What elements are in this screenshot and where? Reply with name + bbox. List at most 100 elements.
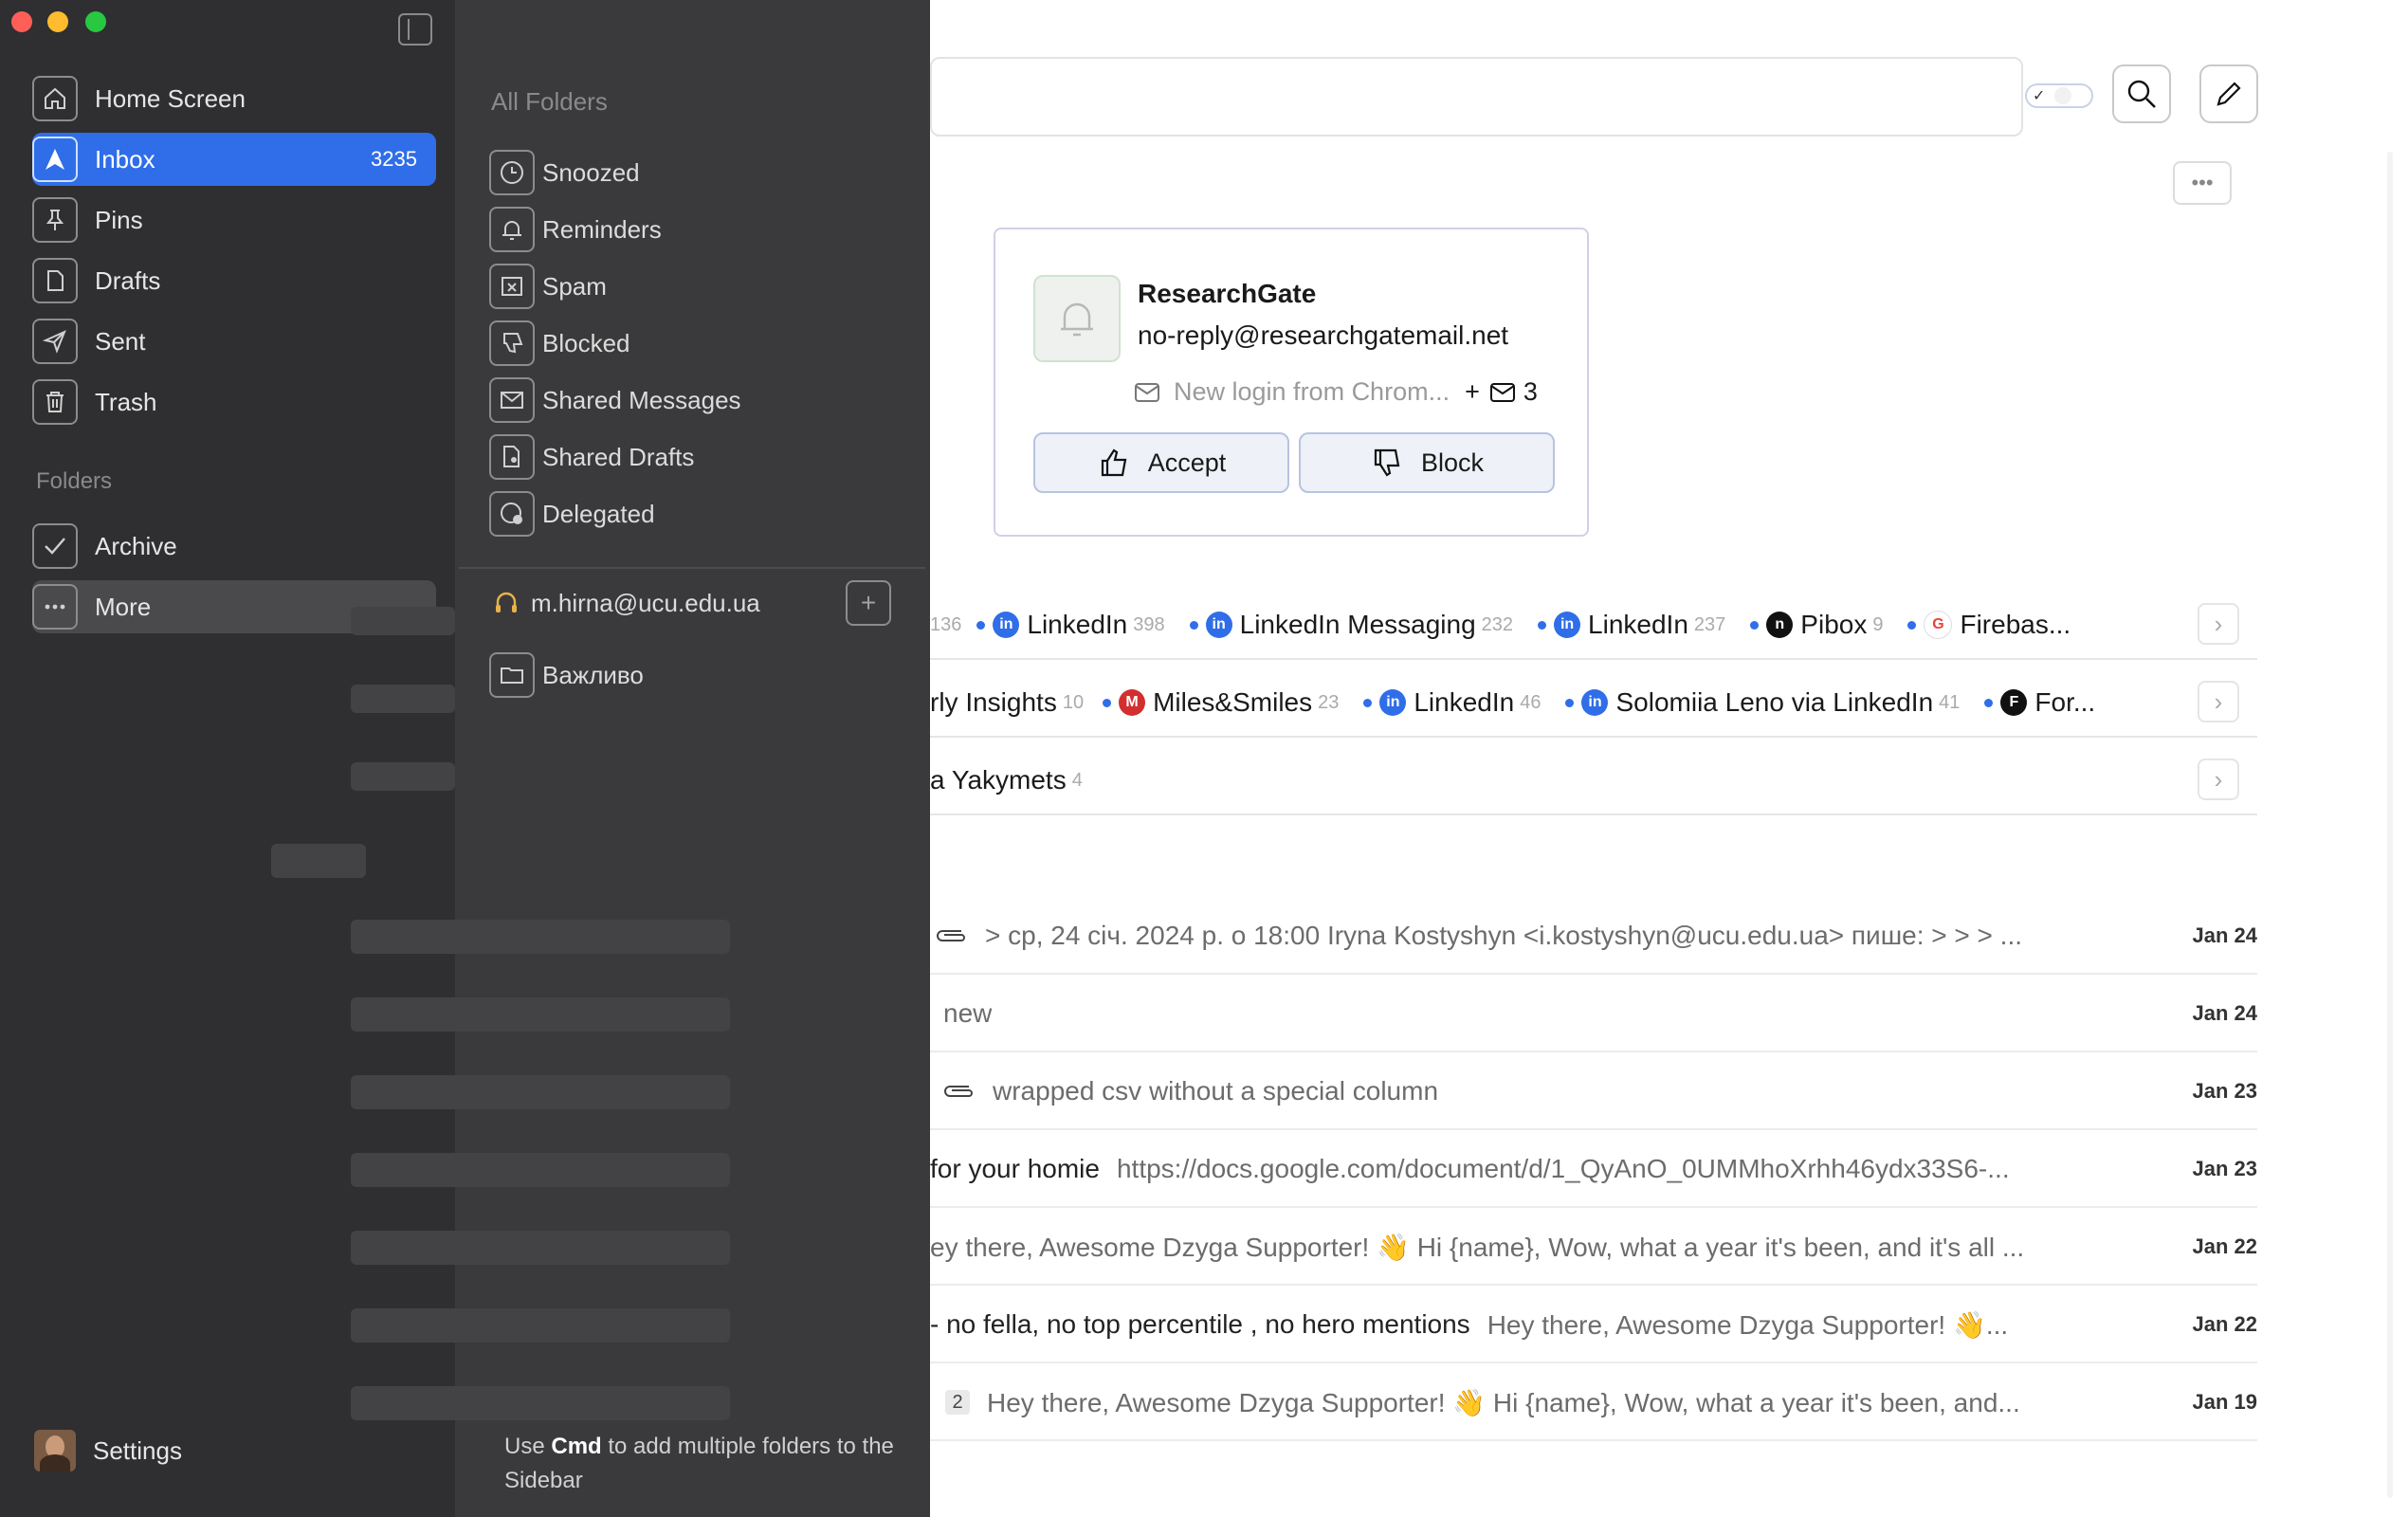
chip-name[interactable]: rly Insights bbox=[930, 687, 1057, 718]
google-icon: G bbox=[1924, 611, 1953, 639]
chip-count: 46 bbox=[1520, 691, 1541, 713]
email-row[interactable]: wrapped csv without a special column Jan… bbox=[930, 1054, 2257, 1130]
folder-item-blocked[interactable]: Blocked bbox=[489, 319, 887, 368]
divider bbox=[459, 567, 925, 569]
rail-item-sent[interactable]: Sent bbox=[32, 315, 436, 368]
email-date: Jan 22 bbox=[2192, 1234, 2258, 1258]
thumbs-up-icon bbox=[1101, 448, 1127, 477]
toggle-switch[interactable]: ✓ bbox=[2025, 83, 2093, 108]
chip-count: 136 bbox=[930, 613, 962, 635]
envelope-icon bbox=[1135, 382, 1159, 402]
scrollbar[interactable] bbox=[2387, 152, 2393, 1498]
sender-chip[interactable]: G Firebas... bbox=[1907, 610, 2071, 640]
skeleton-placeholder bbox=[351, 685, 455, 713]
rail-item-trash[interactable]: Trash bbox=[32, 375, 436, 429]
folder-label: Reminders bbox=[542, 214, 662, 244]
email-snippet: ey there, Awesome Dzyga Supporter! 👋 Hi … bbox=[930, 1232, 2025, 1262]
more-options-icon[interactable]: ••• bbox=[2173, 161, 2232, 205]
folder-item-delegated[interactable]: Delegated bbox=[489, 489, 887, 539]
rail-item-pins[interactable]: Pins bbox=[32, 193, 436, 247]
rail-item-drafts[interactable]: Drafts bbox=[32, 254, 436, 307]
rail-item-archive[interactable]: Archive bbox=[32, 520, 436, 573]
folder-item-shared-messages[interactable]: Shared Messages bbox=[489, 375, 887, 425]
chevron-right-icon[interactable]: › bbox=[2198, 758, 2239, 800]
search-button[interactable] bbox=[2112, 64, 2171, 123]
sender-chip[interactable]: in LinkedIn 46 bbox=[1363, 687, 1541, 718]
rail-item-label: Sent bbox=[95, 326, 146, 356]
email-subject: - no fella, no top percentile , no hero … bbox=[930, 1309, 1470, 1339]
email-snippet: > ср, 24 січ. 2024 р. о 18:00 Iryna Kost… bbox=[985, 921, 2023, 950]
email-row[interactable]: for your homie https://docs.google.com/d… bbox=[930, 1132, 2257, 1208]
chip-name: Firebas... bbox=[1960, 610, 2071, 639]
add-folder-button[interactable]: + bbox=[846, 580, 891, 626]
email-row[interactable]: 2 Hey there, Awesome Dzyga Supporter! 👋 … bbox=[930, 1365, 2257, 1441]
folder-item-shared-drafts[interactable]: Shared Drafts bbox=[489, 432, 887, 482]
linkedin-icon: in bbox=[1554, 612, 1581, 638]
sender-email: no-reply@researchgatemail.net bbox=[1138, 320, 1509, 350]
email-row[interactable]: new Jan 24 bbox=[930, 977, 2257, 1052]
pin-icon bbox=[32, 197, 78, 243]
folder-item-snoozed[interactable]: Snoozed bbox=[489, 148, 887, 197]
skeleton-placeholder bbox=[351, 1386, 730, 1420]
trash-icon bbox=[32, 379, 78, 425]
email-date: Jan 19 bbox=[2192, 1390, 2258, 1414]
account-email: m.hirna@ucu.edu.ua bbox=[531, 588, 760, 617]
email-date: Jan 22 bbox=[2192, 1312, 2258, 1336]
rail-item-label: Drafts bbox=[95, 265, 161, 295]
block-button[interactable]: Block bbox=[1299, 432, 1555, 493]
thumbs-down-icon bbox=[489, 320, 535, 366]
skeleton-placeholder bbox=[351, 997, 730, 1032]
folder-label: Shared Messages bbox=[542, 385, 741, 414]
rail-item-inbox[interactable]: Inbox 3235 bbox=[32, 133, 436, 186]
rail-item-label: Archive bbox=[95, 531, 177, 560]
email-row[interactable]: > ср, 24 січ. 2024 р. о 18:00 Iryna Kost… bbox=[930, 899, 2257, 975]
accept-label: Accept bbox=[1147, 448, 1227, 477]
rail-item-home-screen[interactable]: Home Screen bbox=[32, 72, 436, 125]
bell-icon bbox=[1061, 302, 1093, 337]
bell-icon bbox=[489, 207, 535, 252]
account-item[interactable]: m.hirna@ucu.edu.ua bbox=[489, 578, 887, 628]
all-folders-heading: All Folders bbox=[491, 87, 608, 116]
folder-item-spam[interactable]: Spam bbox=[489, 262, 887, 311]
sender-name: ResearchGate bbox=[1138, 279, 1317, 308]
settings-button[interactable]: Settings bbox=[34, 1430, 182, 1471]
sender-chip[interactable]: n Pibox 9 bbox=[1750, 610, 1883, 640]
folder-item-reminders[interactable]: Reminders bbox=[489, 205, 887, 254]
sender-chip[interactable]: in LinkedIn Messaging 232 bbox=[1189, 610, 1513, 640]
chip-name: Pibox bbox=[1800, 610, 1868, 639]
skeleton-placeholder bbox=[351, 1231, 730, 1265]
zoom-window-button[interactable] bbox=[85, 11, 106, 32]
sender-chip[interactable]: in LinkedIn 398 bbox=[976, 610, 1165, 640]
chip-name[interactable]: a Yakymets bbox=[930, 765, 1067, 795]
email-date: Jan 23 bbox=[2192, 1079, 2258, 1103]
email-subject: for your homie bbox=[930, 1154, 1100, 1183]
sender-chip[interactable]: M Miles&Smiles 23 bbox=[1103, 687, 1339, 718]
folder-label: Spam bbox=[542, 271, 607, 301]
email-row[interactable]: - no fella, no top percentile , no hero … bbox=[930, 1288, 2257, 1363]
email-row[interactable]: ey there, Awesome Dzyga Supporter! 👋 Hi … bbox=[930, 1210, 2257, 1286]
drafts-icon bbox=[32, 258, 78, 303]
close-window-button[interactable] bbox=[11, 11, 32, 32]
skeleton-placeholder bbox=[351, 920, 730, 954]
compose-button[interactable] bbox=[2199, 64, 2258, 123]
search-bar[interactable] bbox=[930, 57, 2023, 137]
minimize-window-button[interactable] bbox=[47, 11, 68, 32]
chip-name: Miles&Smiles bbox=[1153, 687, 1313, 717]
shared-drafts-icon bbox=[489, 434, 535, 480]
email-snippet: Hey there, Awesome Dzyga Supporter! 👋... bbox=[1487, 1309, 2009, 1340]
sidebar-toggle-icon[interactable] bbox=[398, 13, 432, 46]
ellipsis-icon bbox=[32, 584, 78, 630]
sender-chip[interactable]: F For... bbox=[1984, 687, 2095, 718]
accept-button[interactable]: Accept bbox=[1033, 432, 1289, 493]
paperclip-icon bbox=[938, 1069, 981, 1113]
extra-count: 3 bbox=[1523, 377, 1538, 406]
chip-name: LinkedIn bbox=[1588, 610, 1688, 639]
folder-item-custom[interactable]: Важливо bbox=[489, 650, 887, 700]
chevron-right-icon[interactable]: › bbox=[2198, 603, 2239, 645]
sender-chip[interactable]: in Solomiia Leno via LinkedIn 41 bbox=[1565, 687, 1960, 718]
chevron-right-icon[interactable]: › bbox=[2198, 681, 2239, 722]
email-snippet: https://docs.google.com/document/d/1_QyA… bbox=[1116, 1154, 2010, 1183]
sender-icon: F bbox=[2000, 689, 2028, 716]
sender-chip[interactable]: in LinkedIn 237 bbox=[1538, 610, 1725, 640]
sender-chip-row: rly Insights 10 M Miles&Smiles 23 in Linked… bbox=[930, 669, 2257, 738]
